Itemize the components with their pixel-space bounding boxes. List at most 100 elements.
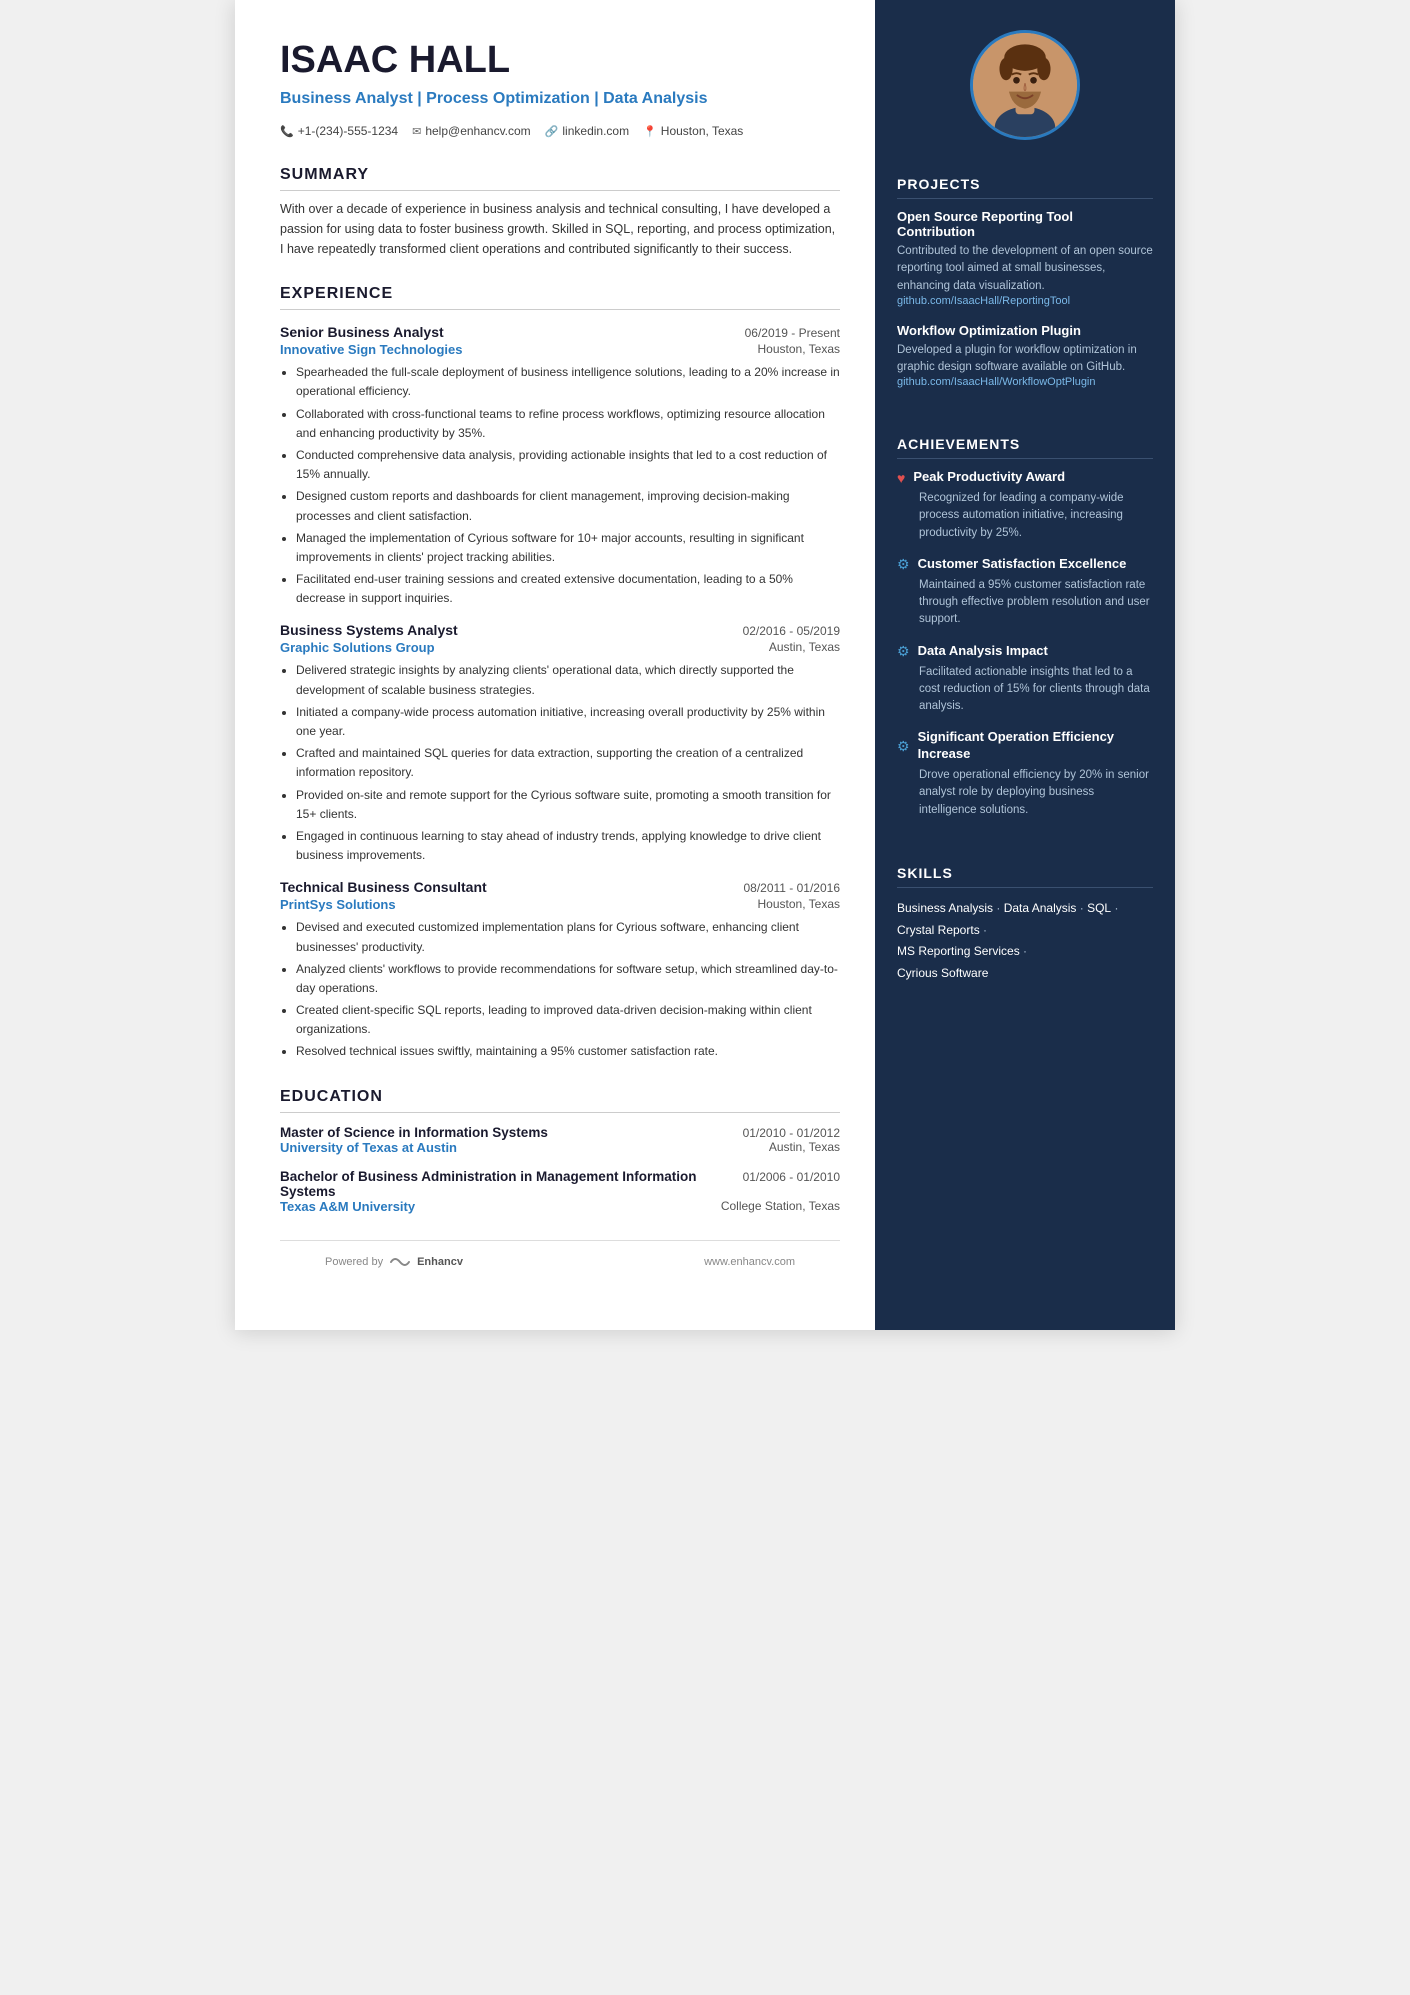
summary-title: SUMMARY [280,166,840,191]
project-2-desc: Developed a plugin for workflow optimiza… [897,342,1153,377]
job-1-bullets: Spearheaded the full-scale deployment of… [280,363,840,608]
experience-title: EXPERIENCE [280,285,840,310]
achievement-2: ⚙ Customer Satisfaction Excellence Maint… [897,556,1153,629]
skill-6: Cyrious Software [897,966,988,980]
project-2: Workflow Optimization Plugin Developed a… [897,323,1153,389]
achievement-2-desc: Maintained a 95% customer satisfaction r… [897,577,1153,629]
project-1-desc: Contributed to the development of an ope… [897,243,1153,295]
summary-section: SUMMARY With over a decade of experience… [280,166,840,259]
job-2-company: Graphic Solutions Group [280,640,435,655]
achievement-4: ⚙ Significant Operation Efficiency Incre… [897,729,1153,819]
achievement-4-name: Significant Operation Efficiency Increas… [918,729,1153,763]
gear-icon-2: ⚙ [897,643,910,660]
email-icon: ✉ [412,125,421,138]
footer: Powered by Enhancv www.enhancv.com [280,1240,840,1283]
achievement-3: ⚙ Data Analysis Impact Facilitated actio… [897,643,1153,716]
avatar-image [973,30,1077,140]
edu-1-dates: 01/2010 - 01/2012 [743,1126,840,1140]
job-1-company: Innovative Sign Technologies [280,342,463,357]
achievement-4-desc: Drove operational efficiency by 20% in s… [897,767,1153,819]
edu-2: Bachelor of Business Administration in M… [280,1169,840,1214]
list-item: Conducted comprehensive data analysis, p… [296,446,840,484]
skills-text: Business Analysis · Data Analysis · SQL … [897,898,1153,984]
contact-row: 📞 +1-(234)-555-1234 ✉ help@enhancv.com 🔗… [280,124,840,138]
job-1: Senior Business Analyst 06/2019 - Presen… [280,324,840,608]
skill-2: Data Analysis [1004,901,1077,915]
job-3-dates: 08/2011 - 01/2016 [743,881,840,895]
project-2-link: github.com/IsaacHall/WorkflowOptPlugin [897,376,1153,388]
job-2-dates: 02/2016 - 05/2019 [743,624,840,638]
list-item: Crafted and maintained SQL queries for d… [296,744,840,782]
projects-section: PROJECTS Open Source Reporting Tool Cont… [875,160,1175,420]
list-item: Collaborated with cross-functional teams… [296,405,840,443]
skills-title: SKILLS [897,865,1153,888]
list-item: Delivered strategic insights by analyzin… [296,661,840,699]
candidate-name: ISAAC HALL [280,40,840,82]
achievements-title: ACHIEVEMENTS [897,436,1153,459]
gear-icon-1: ⚙ [897,556,910,573]
avatar [970,30,1080,140]
list-item: Managed the implementation of Cyrious so… [296,529,840,567]
achievement-3-desc: Facilitated actionable insights that led… [897,664,1153,716]
job-2-title: Business Systems Analyst [280,622,458,638]
list-item: Spearheaded the full-scale deployment of… [296,363,840,401]
skill-3: SQL [1087,901,1111,915]
edu-2-school: Texas A&M University [280,1199,415,1214]
list-item: Engaged in continuous learning to stay a… [296,827,840,865]
powered-by-text: Powered by [325,1256,383,1268]
project-1: Open Source Reporting Tool Contribution … [897,209,1153,307]
job-3-company: PrintSys Solutions [280,897,396,912]
job-1-title: Senior Business Analyst [280,324,444,340]
job-3: Technical Business Consultant 08/2011 - … [280,879,840,1061]
phone-icon: 📞 [280,125,294,138]
contact-phone: 📞 +1-(234)-555-1234 [280,124,398,138]
skill-1: Business Analysis [897,901,993,915]
list-item: Resolved technical issues swiftly, maint… [296,1042,840,1061]
list-item: Initiated a company-wide process automat… [296,703,840,741]
achievements-section: ACHIEVEMENTS ♥ Peak Productivity Award R… [875,420,1175,849]
edu-1-degree: Master of Science in Information Systems [280,1125,743,1140]
project-2-name: Workflow Optimization Plugin [897,323,1153,338]
edu-2-location: College Station, Texas [721,1199,840,1214]
list-item: Created client-specific SQL reports, lea… [296,1001,840,1039]
contact-email: ✉ help@enhancv.com [412,124,531,138]
resume-wrapper: ISAAC HALL Business Analyst | Process Op… [235,0,1175,1330]
achievement-1-desc: Recognized for leading a company-wide pr… [897,490,1153,542]
list-item: Designed custom reports and dashboards f… [296,487,840,525]
contact-location: 📍 Houston, Texas [643,124,743,138]
education-title: EDUCATION [280,1088,840,1113]
enhancv-logo-icon [389,1255,411,1269]
left-column: ISAAC HALL Business Analyst | Process Op… [235,0,875,1330]
achievement-2-name: Customer Satisfaction Excellence [918,556,1127,573]
projects-title: PROJECTS [897,176,1153,199]
summary-text: With over a decade of experience in busi… [280,199,840,259]
job-1-dates: 06/2019 - Present [745,326,840,340]
job-2-location: Austin, Texas [769,640,840,655]
job-3-bullets: Devised and executed customized implemen… [280,918,840,1061]
contact-linkedin: 🔗 linkedin.com [545,124,629,138]
skills-section: SKILLS Business Analysis · Data Analysis… [875,849,1175,1000]
job-3-location: Houston, Texas [758,897,841,912]
gear-icon-3: ⚙ [897,738,910,755]
footer-powered: Powered by Enhancv [325,1255,463,1269]
list-item: Facilitated end-user training sessions a… [296,570,840,608]
achievement-3-name: Data Analysis Impact [918,643,1048,660]
achievement-1-name: Peak Productivity Award [913,469,1065,486]
edu-1-school: University of Texas at Austin [280,1140,457,1155]
job-2-bullets: Delivered strategic insights by analyzin… [280,661,840,865]
right-column: PROJECTS Open Source Reporting Tool Cont… [875,0,1175,1330]
edu-1: Master of Science in Information Systems… [280,1125,840,1155]
edu-2-dates: 01/2006 - 01/2010 [743,1170,840,1184]
candidate-title: Business Analyst | Process Optimization … [280,88,840,110]
achievement-1: ♥ Peak Productivity Award Recognized for… [897,469,1153,542]
location-icon: 📍 [643,125,657,138]
job-3-title: Technical Business Consultant [280,879,487,895]
brand-name: Enhancv [417,1256,463,1268]
avatar-section [875,0,1175,160]
edu-1-location: Austin, Texas [769,1140,840,1155]
list-item: Devised and executed customized implemen… [296,918,840,956]
project-1-name: Open Source Reporting Tool Contribution [897,209,1153,239]
footer-website: www.enhancv.com [704,1256,795,1268]
linkedin-icon: 🔗 [545,125,559,138]
job-1-location: Houston, Texas [758,342,841,357]
